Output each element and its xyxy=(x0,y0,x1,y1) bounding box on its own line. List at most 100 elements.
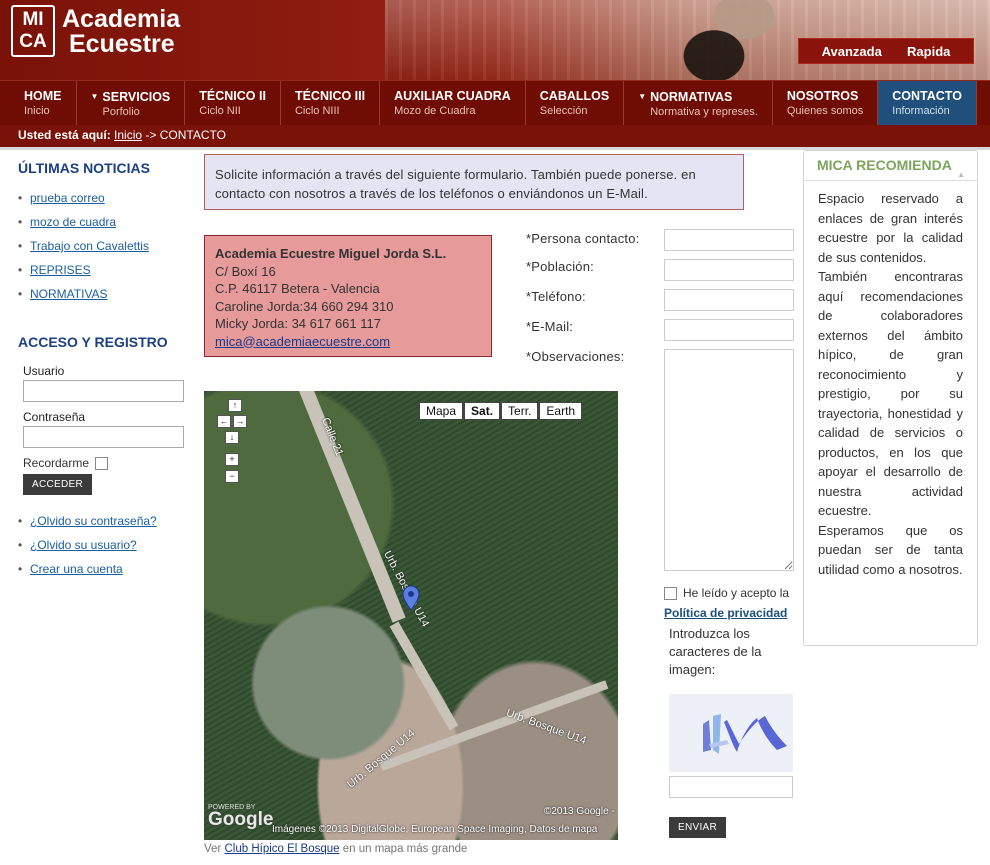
phone-input[interactable] xyxy=(664,289,794,311)
username-label: Usuario xyxy=(23,364,65,378)
nav-item-title: NOSOTROS xyxy=(787,89,863,104)
nav-item-caballos[interactable]: CABALLOS Selección xyxy=(526,81,625,125)
login-module: ACCESO Y REGISTRO Usuario Contraseña Rec… xyxy=(18,334,188,581)
send-button[interactable]: ENVIAR xyxy=(669,817,727,838)
phone-label: *Teléfono: xyxy=(526,289,586,304)
news-link[interactable]: prueba correo xyxy=(30,191,105,205)
nav-item-title: TÉCNICO II xyxy=(199,89,266,104)
nav-item-title-text: TÉCNICO II xyxy=(199,89,266,103)
recommend-title: MICA RECOMIENDA xyxy=(817,157,952,173)
observations-textarea[interactable] xyxy=(664,349,794,571)
login-link-item: ¿Olvido su usuario? xyxy=(18,533,188,557)
logo-mark[interactable]: MI CA xyxy=(11,5,55,57)
logo-top: MI xyxy=(22,9,44,30)
privacy-policy-link[interactable]: Política de privacidad xyxy=(664,606,804,620)
map-type-button[interactable]: Mapa xyxy=(419,402,464,420)
username-input[interactable] xyxy=(23,380,184,402)
nav-item-title: ▼ SERVICIOS xyxy=(91,89,171,105)
city-label: *Población: xyxy=(526,259,594,274)
captcha-input[interactable] xyxy=(669,776,793,798)
nav-item-normativas[interactable]: ▼ NORMATIVAS Normativa y represes. xyxy=(624,81,773,125)
pan-left-icon[interactable]: ← xyxy=(217,415,231,428)
city-input[interactable] xyxy=(664,259,794,281)
nav-item-subtitle: Inicio xyxy=(24,105,50,117)
contact-person-input[interactable] xyxy=(664,229,794,251)
nav-item-nosotros[interactable]: NOSOTROS Quienes somos xyxy=(773,81,879,125)
create-account-link[interactable]: Crear una cuenta xyxy=(30,562,123,576)
nav-item-title: CONTACTO xyxy=(892,89,962,104)
map-caption: Ver Club Hípico El Bosque en un mapa más… xyxy=(204,843,467,855)
google-logo[interactable]: Google xyxy=(208,809,273,831)
nav-item-subtitle: Mozo de Cuadra xyxy=(394,105,476,117)
breadcrumb-label: Usted está aquí: xyxy=(18,128,111,142)
remember-checkbox[interactable] xyxy=(95,456,109,470)
email-label: *E-Mail: xyxy=(526,319,574,334)
forgot-password-link[interactable]: ¿Olvido su contraseña? xyxy=(30,514,157,528)
nav-item-subtitle: Selección xyxy=(539,105,588,117)
breadcrumb-home-link[interactable]: Inicio xyxy=(114,128,142,142)
news-item: mozo de cuadra xyxy=(18,210,188,234)
recommend-paragraph: También encontraras aquí recomendaciones… xyxy=(818,269,963,518)
nav-item-técnico-ii[interactable]: TÉCNICO II Ciclo NII xyxy=(185,81,281,125)
remember-label: Recordarme xyxy=(23,456,90,470)
news-item: REPRISES xyxy=(18,258,188,282)
password-input[interactable] xyxy=(23,426,184,448)
map-large-link[interactable]: Club Hípico El Bosque xyxy=(224,843,339,855)
pan-right-icon[interactable]: → xyxy=(233,415,247,428)
collapse-chevron-icon[interactable]: ▲ xyxy=(957,160,965,189)
news-link[interactable]: mozo de cuadra xyxy=(30,215,116,229)
news-link[interactable]: Trabajo con Cavalettis xyxy=(30,239,149,253)
nav-item-home[interactable]: HOME Inicio xyxy=(10,81,77,125)
map-type-button[interactable]: Terr. xyxy=(501,402,539,420)
recommend-header[interactable]: MICA RECOMIENDA ▲ xyxy=(804,151,977,181)
location-pin-icon[interactable] xyxy=(402,585,420,611)
recommend-paragraph: Espacio reservado a enlaces de gran inte… xyxy=(818,191,963,265)
news-item: Trabajo con Cavalettis xyxy=(18,234,188,258)
privacy-checkbox[interactable] xyxy=(664,586,677,600)
dropdown-arrow-icon: ▼ xyxy=(638,92,647,101)
map-type-button[interactable]: Earth xyxy=(539,402,583,420)
news-item: NORMATIVAS xyxy=(18,282,188,306)
site-header: MI CA Academia Ecuestre Avanzada Rapida xyxy=(0,0,990,80)
satellite-map[interactable]: ↑ ← → ↓ + − Mapa Sat. Terr. Earth Calle 21 … xyxy=(204,391,618,840)
pan-down-icon[interactable]: ↓ xyxy=(225,431,239,444)
forgot-username-link[interactable]: ¿Olvido su usuario? xyxy=(30,538,137,552)
zoom-out-icon[interactable]: − xyxy=(225,470,239,483)
zoom-in-icon[interactable]: + xyxy=(225,453,239,466)
news-list: prueba correo mozo de cuadra Trabajo con C… xyxy=(18,186,188,306)
nav-item-contacto[interactable]: CONTACTO Información xyxy=(878,81,977,125)
remember-row: Recordarme xyxy=(23,456,188,470)
login-button[interactable]: ACCEDER xyxy=(23,474,92,495)
news-link[interactable]: REPRISES xyxy=(30,263,91,277)
nav-item-técnico-iii[interactable]: TÉCNICO III Ciclo NIII xyxy=(281,81,381,125)
nav-item-servicios[interactable]: ▼ SERVICIOS Porfolio xyxy=(77,81,186,125)
map-type-button[interactable]: Sat. xyxy=(464,402,501,420)
email-input[interactable] xyxy=(664,319,794,341)
search-tabs: Avanzada Rapida xyxy=(798,38,974,64)
company-phone2: Micky Jorda: 34 617 661 117 xyxy=(215,316,381,331)
map-caption-suffix: en un mapa más grande xyxy=(342,843,468,855)
news-title: ÚLTIMAS NOTICIAS xyxy=(18,160,150,176)
search-tab-advanced[interactable]: Avanzada xyxy=(822,44,882,59)
login-link-item: ¿Olvido su contraseña? xyxy=(18,509,188,533)
nav-item-title: CABALLOS xyxy=(540,89,609,104)
breadcrumb-current: CONTACTO xyxy=(159,128,226,142)
info-notice: Solicite información a través del siguie… xyxy=(204,154,744,210)
brand-line1: Academia xyxy=(62,5,181,33)
company-email-link[interactable]: mica@academiaecuestre.com xyxy=(215,334,390,349)
nav-item-title-text: AUXILIAR CUADRA xyxy=(394,89,511,103)
nav-item-title: TÉCNICO III xyxy=(295,89,365,104)
nav-item-title-text: CABALLOS xyxy=(539,89,610,103)
pan-up-icon[interactable]: ↑ xyxy=(228,399,242,412)
nav-item-auxiliar-cuadra[interactable]: AUXILIAR CUADRA Mozo de Cuadra xyxy=(380,81,526,125)
nav-item-subtitle: Información xyxy=(892,105,950,117)
map-imagery-credits: Imágenes ©2013 DigitalGlobe, European Sp… xyxy=(272,824,598,835)
brand-name[interactable]: Academia Ecuestre xyxy=(62,7,180,57)
privacy-consent: He leído y acepto la Política de privaci… xyxy=(664,586,804,620)
company-address1: C/ Boxí 16 xyxy=(215,263,276,279)
breadcrumb: Usted está aquí: Inicio -> CONTACTO xyxy=(0,125,990,147)
news-link[interactable]: NORMATIVAS xyxy=(30,287,108,301)
company-name: Academia Ecuestre Miguel Jorda S.L. xyxy=(215,246,447,261)
nav-item-title-text: CONTACTO xyxy=(892,89,962,103)
search-tab-quick[interactable]: Rapida xyxy=(907,44,950,59)
